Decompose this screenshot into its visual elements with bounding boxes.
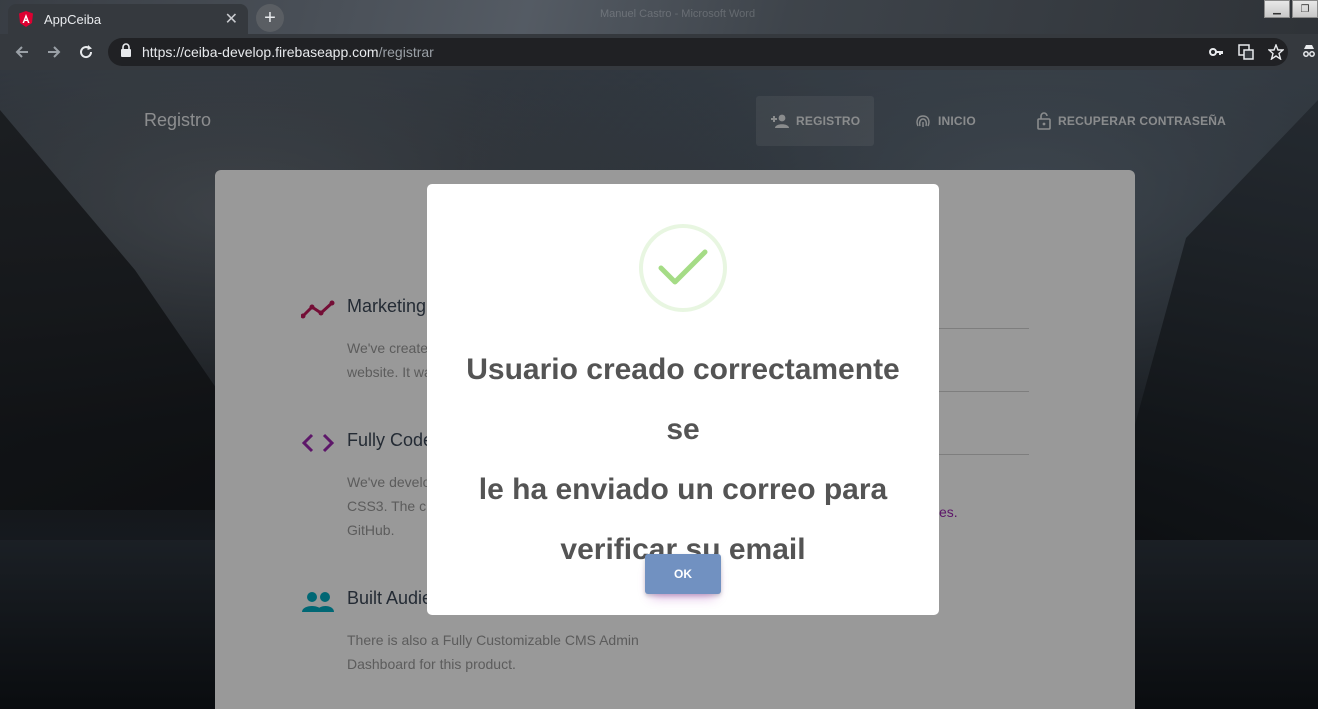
angular-favicon-icon — [18, 11, 34, 27]
modal-message-line: Usuario creado correctamente se — [466, 353, 900, 446]
translate-icon[interactable] — [1238, 44, 1254, 65]
minimize-button[interactable]: ▁ — [1264, 0, 1290, 18]
back-arrow-icon[interactable] — [12, 42, 32, 62]
lock-icon — [120, 42, 132, 62]
success-modal: Usuario creado correctamente se le ha en… — [427, 184, 939, 615]
bookmark-star-icon[interactable] — [1267, 43, 1285, 65]
tab-close-icon[interactable]: ✕ — [225, 9, 238, 29]
new-tab-button[interactable]: + — [256, 4, 284, 32]
restore-button[interactable]: ❐ — [1292, 0, 1318, 18]
forward-arrow-icon[interactable] — [44, 42, 64, 62]
url-host: https://ceiba-develop.firebaseapp.com — [142, 44, 379, 60]
reload-icon[interactable] — [76, 42, 96, 62]
incognito-icon[interactable] — [1302, 43, 1316, 64]
modal-message-line: le ha enviado un correo para — [478, 473, 888, 506]
browser-tab[interactable]: AppCeiba ✕ — [8, 4, 248, 34]
url-input[interactable]: https://ceiba-develop.firebaseapp.com/re… — [108, 38, 1288, 66]
tab-title: AppCeiba — [44, 11, 102, 27]
key-icon[interactable] — [1208, 44, 1224, 65]
window-controls: ▁ ❐ — [1262, 0, 1318, 18]
window-title: Manuel Castro - Microsoft Word — [600, 8, 756, 20]
url-path: /registrar — [378, 44, 434, 60]
page-viewport: Registro REGISTRO INICIO RECUPERAR CONTR… — [0, 70, 1318, 709]
address-bar: https://ceiba-develop.firebaseapp.com/re… — [0, 34, 1318, 70]
modal-message: Usuario creado correctamente se le ha en… — [447, 340, 919, 580]
browser-tab-bar: AppCeiba ✕ + Manuel Castro - Microsoft W… — [0, 0, 1318, 34]
ok-button[interactable]: OK — [645, 554, 721, 594]
success-check-icon — [639, 224, 727, 312]
